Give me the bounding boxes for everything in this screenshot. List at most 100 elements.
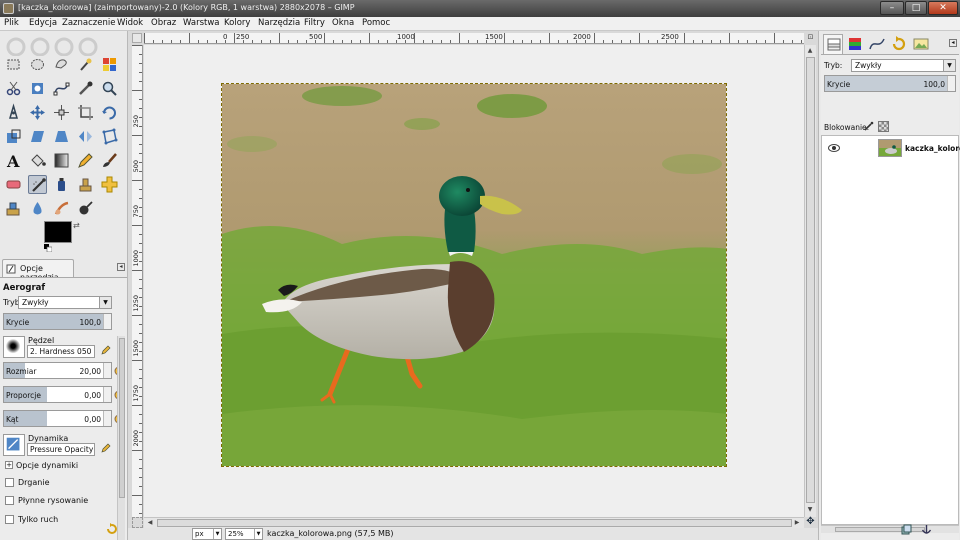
gimp-app-icon[interactable] xyxy=(3,3,14,14)
align-icon[interactable] xyxy=(52,103,71,122)
clone-icon[interactable] xyxy=(76,175,95,194)
measure-icon[interactable] xyxy=(4,103,23,122)
menu-edit[interactable]: Edycja xyxy=(29,18,57,28)
flip-icon[interactable] xyxy=(76,127,95,146)
layers-list[interactable]: kaczka_kolorowa xyxy=(821,135,960,525)
aspect-ratio-slider[interactable]: Proporcje 0,00 xyxy=(3,386,112,403)
foreground-select-icon[interactable] xyxy=(28,79,47,98)
vertical-scroll-thumb[interactable] xyxy=(806,57,815,503)
scroll-right-icon[interactable]: ▶ xyxy=(792,519,802,526)
dynamics-name-field[interactable]: Pressure Opacity xyxy=(27,443,95,456)
tab-tool-options[interactable]: Opcje narzędzia xyxy=(2,259,74,282)
zoom-image-icon[interactable]: ⊡ xyxy=(805,33,816,44)
menu-image[interactable]: Obraz xyxy=(151,18,176,28)
scroll-down-icon[interactable]: ▼ xyxy=(805,506,815,513)
eye-icon[interactable] xyxy=(828,143,840,153)
menu-help[interactable]: Pomoc xyxy=(362,18,390,28)
scale-icon[interactable] xyxy=(4,127,23,146)
motion-only-checkbox[interactable] xyxy=(5,515,14,524)
scroll-up-icon[interactable]: ▲ xyxy=(805,47,815,54)
tab-undo-history[interactable] xyxy=(889,34,909,54)
anchor-layer-icon[interactable] xyxy=(921,524,932,535)
paintbrush-icon[interactable] xyxy=(100,151,119,170)
layer-row[interactable]: kaczka_kolorowa xyxy=(822,138,960,158)
brush-name-field[interactable]: 2. Hardness 050 xyxy=(27,345,95,358)
navigate-icon[interactable]: ✥ xyxy=(805,517,816,528)
jitter-checkbox[interactable] xyxy=(5,478,14,487)
perspective-icon[interactable] xyxy=(52,127,71,146)
default-colors-icon[interactable] xyxy=(44,244,52,252)
dock-config-icon[interactable]: ◂ xyxy=(949,39,957,47)
free-select-icon[interactable] xyxy=(52,55,71,74)
tool-options-scroll-thumb[interactable] xyxy=(119,338,125,498)
tab-images[interactable] xyxy=(911,34,931,54)
dodge-burn-icon[interactable] xyxy=(76,199,95,218)
airbrush-icon[interactable] xyxy=(28,175,47,194)
opacity-spinner[interactable] xyxy=(103,314,111,329)
menu-colors[interactable]: Kolory xyxy=(224,18,250,28)
ink-icon[interactable] xyxy=(52,175,71,194)
zoom-select[interactable]: 25% ▼ xyxy=(225,528,263,540)
shear-icon[interactable] xyxy=(28,127,47,146)
select-by-color-icon[interactable] xyxy=(100,55,119,74)
heal-icon[interactable] xyxy=(100,175,119,194)
layer-mode-select[interactable]: Zwykły ▼ xyxy=(851,59,956,72)
size-spinner[interactable] xyxy=(103,363,111,378)
tool-options-config-icon[interactable]: ◂ xyxy=(117,263,125,271)
lock-pixels-icon[interactable] xyxy=(863,121,874,132)
duplicate-layer-icon[interactable] xyxy=(901,524,912,535)
close-button[interactable]: ✕ xyxy=(928,1,958,15)
tab-layers[interactable] xyxy=(823,34,843,54)
color-picker-icon[interactable] xyxy=(76,79,95,98)
move-icon[interactable] xyxy=(28,103,47,122)
rect-select-icon[interactable] xyxy=(4,55,23,74)
vertical-scrollbar[interactable]: ▲ ▼ xyxy=(804,45,816,517)
rotate-icon[interactable] xyxy=(100,103,119,122)
bucket-fill-icon[interactable] xyxy=(28,151,47,170)
lock-alpha-icon[interactable] xyxy=(878,121,889,132)
swap-colors-icon[interactable]: ⇄ xyxy=(73,221,81,230)
image-canvas[interactable] xyxy=(221,83,727,467)
reset-options-icon[interactable] xyxy=(106,523,118,535)
paths-icon[interactable] xyxy=(52,79,71,98)
size-slider[interactable]: Rozmiar 20,00 xyxy=(3,362,112,379)
opacity-slider[interactable]: Krycie 100,0 xyxy=(3,313,112,330)
smudge-icon[interactable] xyxy=(52,199,71,218)
layer-opacity-spinner[interactable] xyxy=(947,76,955,91)
horizontal-scrollbar[interactable]: ◀ ▶ xyxy=(144,517,804,528)
menu-tools[interactable]: Narzędzia xyxy=(258,18,300,28)
dynamics-preview[interactable] xyxy=(3,434,25,456)
angle-spinner[interactable] xyxy=(103,411,111,426)
text-icon[interactable]: A xyxy=(4,151,23,171)
menu-view[interactable]: Widok xyxy=(117,18,143,28)
edit-brush-icon[interactable] xyxy=(100,345,111,356)
vertical-ruler[interactable]: 250 500 750 1000 1250 1500 1750 2000 xyxy=(132,45,143,517)
aspect-ratio-spinner[interactable] xyxy=(103,387,111,402)
layer-thumbnail[interactable] xyxy=(878,139,902,157)
ruler-corner-menu[interactable] xyxy=(132,33,142,43)
layer-name[interactable]: kaczka_kolorowa xyxy=(905,144,960,153)
smooth-stroke-checkbox[interactable] xyxy=(5,496,14,505)
fuzzy-select-icon[interactable] xyxy=(76,55,95,74)
horizontal-ruler[interactable]: 0 250 500 1000 1500 2000 2500 xyxy=(144,33,804,44)
horizontal-scroll-thumb[interactable] xyxy=(157,519,792,527)
unit-select[interactable]: px ▼ xyxy=(192,528,222,540)
blur-sharpen-icon[interactable] xyxy=(28,199,47,218)
menu-layer[interactable]: Warstwa xyxy=(183,18,220,28)
quick-mask-toggle[interactable] xyxy=(132,517,143,528)
tab-channels[interactable] xyxy=(845,34,865,54)
zoom-icon[interactable] xyxy=(100,79,119,98)
menu-windows[interactable]: Okna xyxy=(332,18,354,28)
eraser-icon[interactable] xyxy=(4,175,23,194)
perspective-clone-icon[interactable] xyxy=(4,199,23,218)
scissors-select-icon[interactable] xyxy=(4,79,23,98)
menu-file[interactable]: Plik xyxy=(4,18,19,28)
canvas-view[interactable] xyxy=(144,45,804,517)
menu-filters[interactable]: Filtry xyxy=(304,18,325,28)
edit-dynamics-icon[interactable] xyxy=(100,443,111,454)
menu-select[interactable]: Zaznaczenie xyxy=(62,18,115,28)
angle-slider[interactable]: Kąt 0,00 xyxy=(3,410,112,427)
layer-opacity-slider[interactable]: Krycie 100,0 xyxy=(824,75,956,92)
blend-icon[interactable] xyxy=(52,151,71,170)
pencil-icon[interactable] xyxy=(76,151,95,170)
